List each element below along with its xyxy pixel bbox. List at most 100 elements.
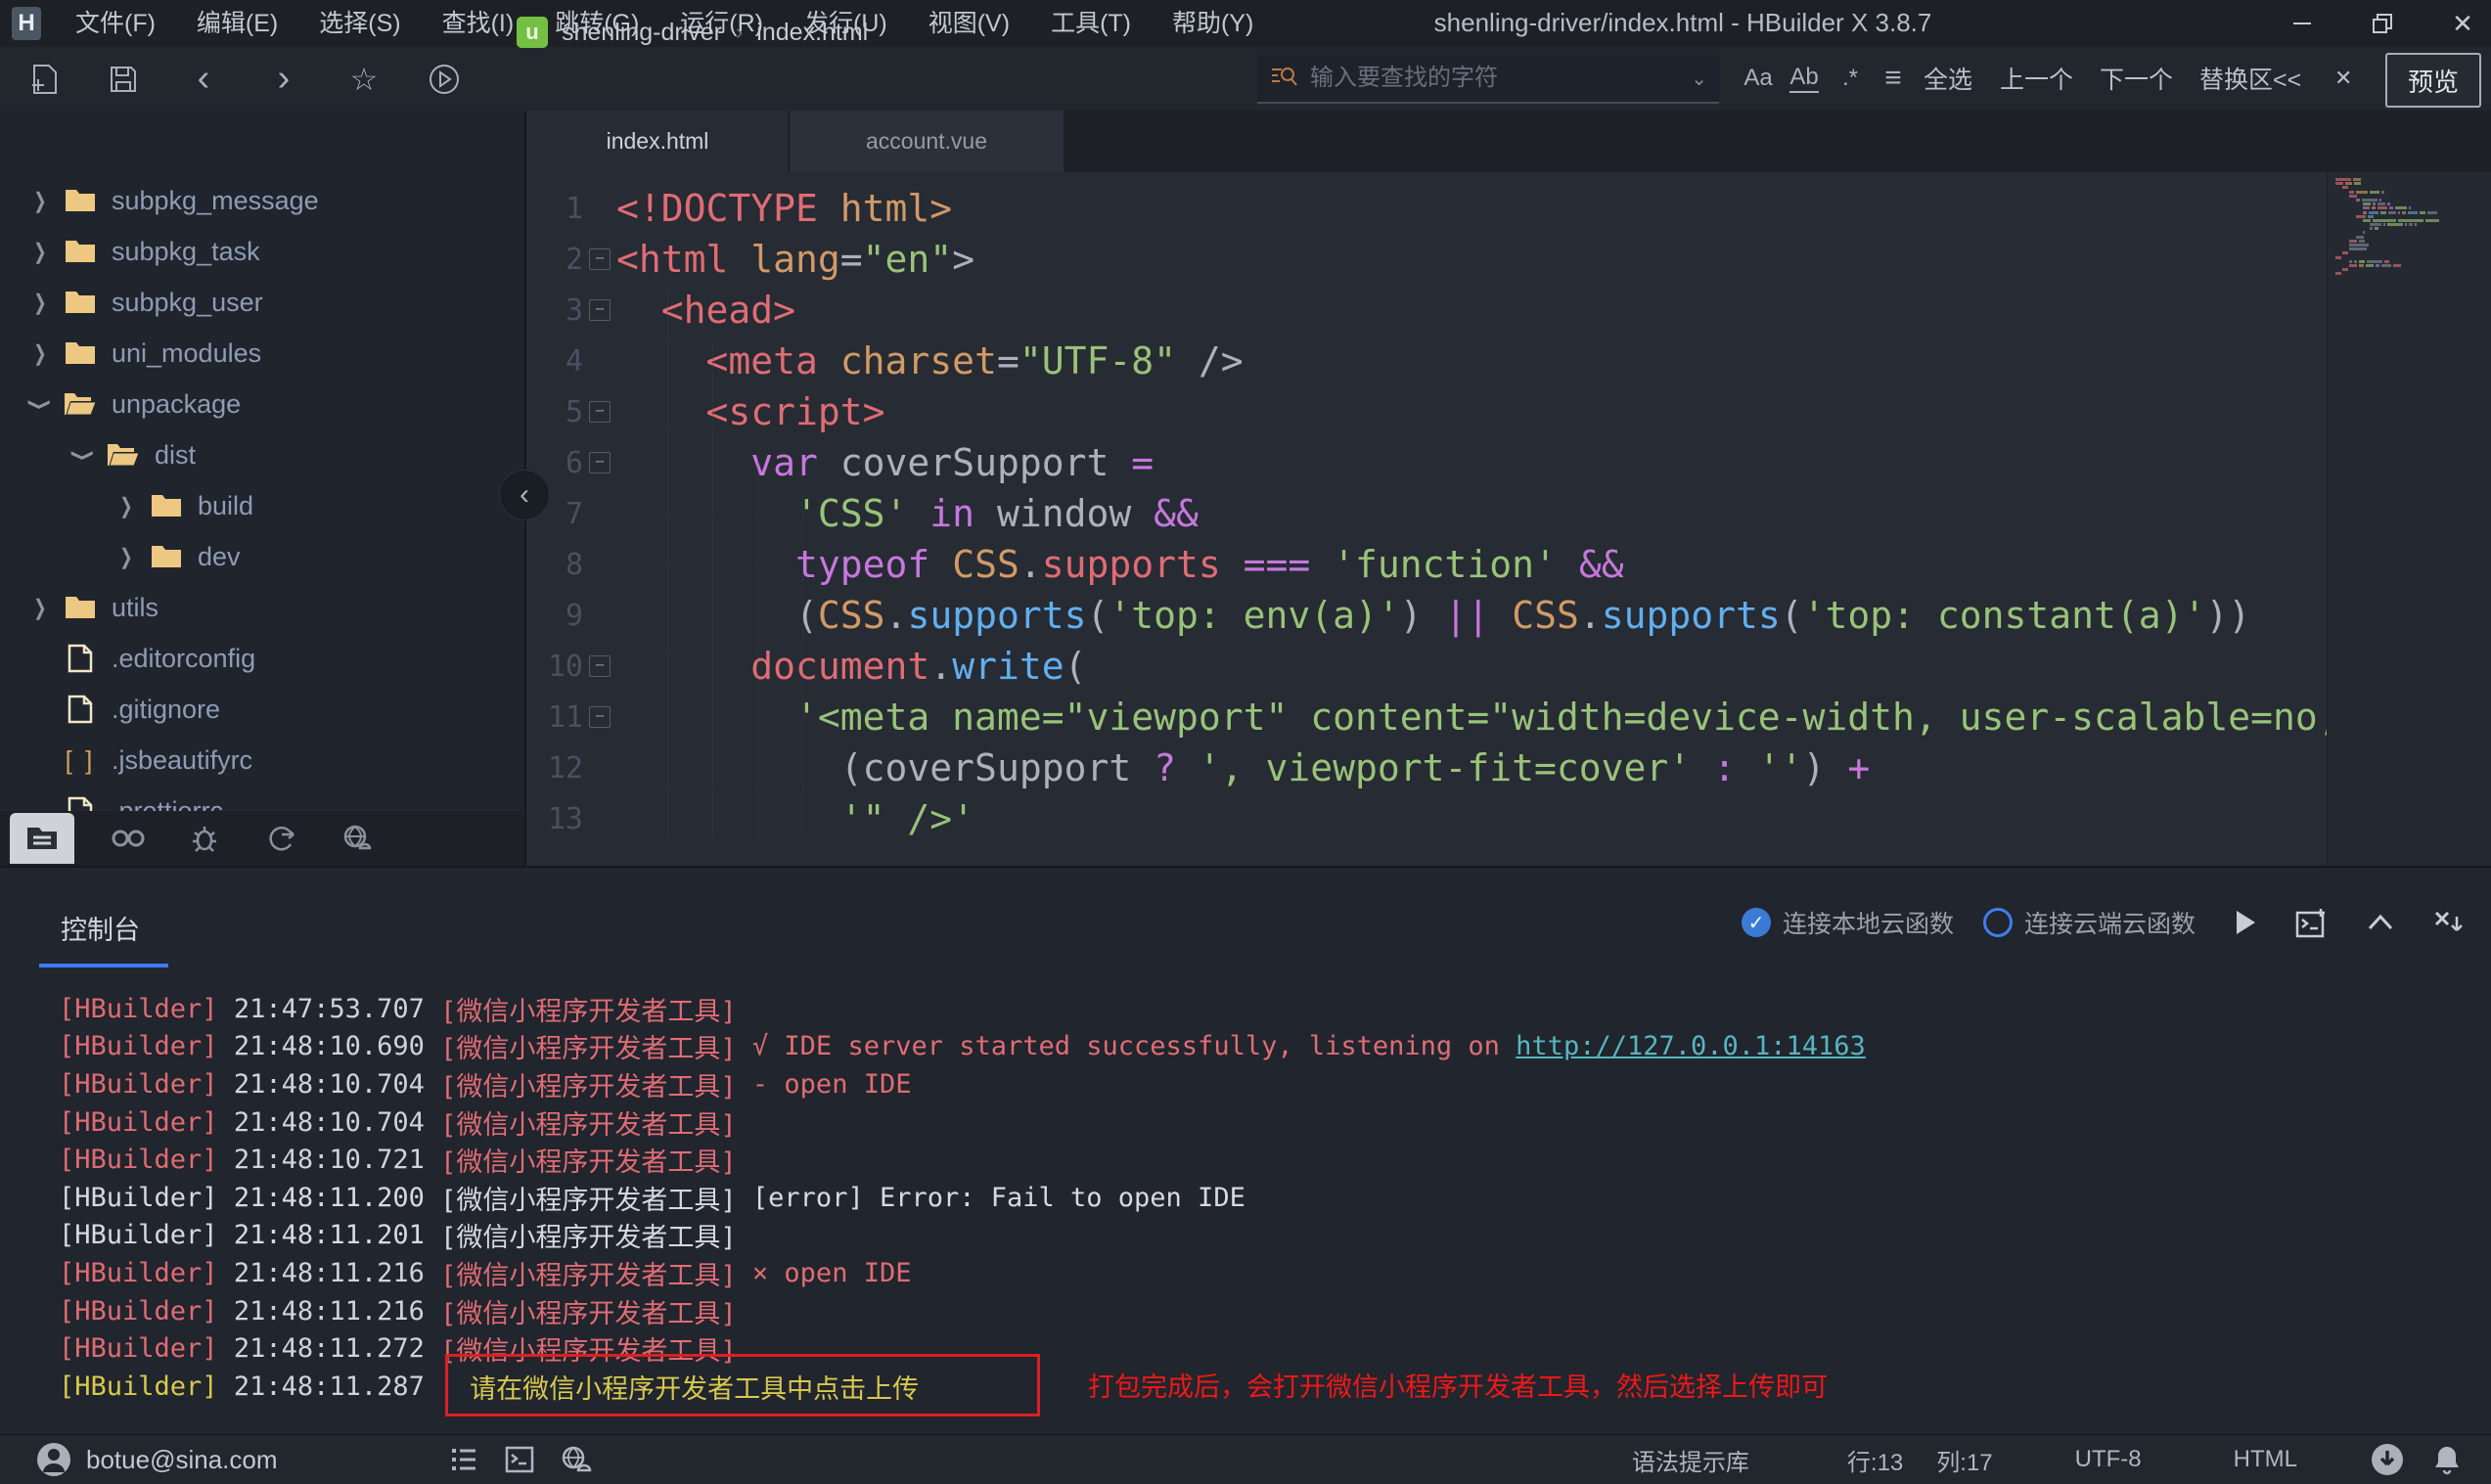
tab-account-vue[interactable]: account.vue xyxy=(789,111,1064,172)
tree-item-label: utils xyxy=(112,593,159,623)
notification-bell-icon[interactable] xyxy=(2432,1444,2462,1475)
find-next-button[interactable]: 下一个 xyxy=(2100,55,2173,102)
debug-panel-icon[interactable] xyxy=(172,814,237,863)
search-icon xyxy=(1269,62,1298,96)
code-line: 5− <script> xyxy=(526,386,2491,437)
tree-item-subpkg_message[interactable]: ❯subpkg_message xyxy=(0,175,524,226)
cursor-col-label[interactable]: 列:17 xyxy=(1936,1443,1992,1477)
local-cloudfn-checkbox[interactable]: ✓ xyxy=(1742,908,1771,937)
select-all-button[interactable]: 全选 xyxy=(1924,55,1972,102)
new-terminal-icon[interactable] xyxy=(2295,907,2329,938)
tree-item-label: uni_modules xyxy=(112,338,261,369)
multiline-button[interactable]: ≡ xyxy=(1872,55,1915,102)
menu-item[interactable]: 帮助(Y) xyxy=(1152,0,1274,47)
regex-button[interactable]: .* xyxy=(1829,55,1872,102)
fold-marker-icon[interactable]: − xyxy=(583,299,616,321)
fold-marker-icon[interactable]: − xyxy=(583,655,616,677)
back-icon[interactable]: ‹ xyxy=(174,47,233,111)
clear-console-icon[interactable] xyxy=(2432,909,2466,936)
tree-item-jsbeautifyrc[interactable]: [ ].jsbeautifyrc xyxy=(0,735,524,786)
log-message: √ IDE server started successfully, liste… xyxy=(737,1031,1517,1061)
encoding-label[interactable]: UTF-8 xyxy=(2075,1446,2142,1473)
log-source: [HBuilder] xyxy=(59,1258,218,1288)
tree-item-unpackage[interactable]: ❯unpackage xyxy=(0,379,524,429)
language-label[interactable]: HTML xyxy=(2234,1446,2297,1473)
favorite-star-icon[interactable]: ☆ xyxy=(335,47,393,111)
outline-icon[interactable] xyxy=(450,1446,479,1473)
menu-item[interactable]: 编辑(E) xyxy=(176,0,298,47)
tree-item-label: unpackage xyxy=(112,389,241,420)
window-title: shenling-driver/index.html - HBuilder X … xyxy=(1409,8,1957,38)
fold-marker-icon[interactable]: − xyxy=(583,706,616,728)
tree-item-dist[interactable]: ❯dist xyxy=(0,429,524,480)
web-service-icon[interactable] xyxy=(560,1445,593,1474)
minimap-row xyxy=(2349,260,2491,263)
search-input[interactable] xyxy=(1308,64,1679,93)
update-download-icon[interactable] xyxy=(2370,1442,2405,1477)
tree-item-utils[interactable]: ❯utils xyxy=(0,582,524,633)
console-line: [HBuilder] 21:47:53.707 [微信小程序开发者工具] xyxy=(0,990,2491,1028)
code-text: '" />' xyxy=(616,797,974,840)
whole-word-button[interactable]: Ab xyxy=(1783,55,1826,102)
console-panel: 控制台 ✓ 连接本地云函数 连接云端云函数 [HBuilder] 21:47:5… xyxy=(0,866,2491,1436)
preview-button[interactable]: 预览 xyxy=(2385,53,2481,108)
log-message: [error] Error: Fail to open IDE xyxy=(737,1183,1246,1213)
minimap[interactable] xyxy=(2327,172,2491,866)
tree-item-uni_modules[interactable]: ❯uni_modules xyxy=(0,328,524,379)
code-text: 'CSS' in window && xyxy=(616,492,1199,535)
web-panel-icon[interactable] xyxy=(325,814,389,863)
find-prev-button[interactable]: 上一个 xyxy=(2000,55,2073,102)
save-icon[interactable] xyxy=(94,47,153,111)
log-source: [HBuilder] xyxy=(59,1372,218,1402)
search-panel-icon[interactable] xyxy=(96,814,160,863)
fold-marker-icon[interactable]: − xyxy=(583,452,616,473)
menu-item[interactable]: 工具(T) xyxy=(1030,0,1152,47)
avatar[interactable] xyxy=(35,1441,72,1478)
menu-item[interactable]: 文件(F) xyxy=(55,0,176,47)
match-case-button[interactable]: Aa xyxy=(1737,55,1780,102)
menu-item[interactable]: 选择(S) xyxy=(298,0,421,47)
tab-index-html[interactable]: index.html xyxy=(526,111,789,172)
run-icon[interactable] xyxy=(415,47,474,111)
files-panel-icon[interactable] xyxy=(10,813,74,864)
restore-button[interactable] xyxy=(2348,0,2417,47)
tree-item-editorconfig[interactable]: .editorconfig xyxy=(0,633,524,684)
terminal-icon[interactable] xyxy=(505,1446,534,1473)
forward-icon[interactable]: › xyxy=(254,47,313,111)
code-text: <!DOCTYPE html> xyxy=(616,187,952,230)
replace-area-button[interactable]: 替换区<< xyxy=(2199,55,2301,102)
publish-panel-icon[interactable] xyxy=(249,814,313,863)
new-file-icon[interactable] xyxy=(16,47,74,111)
tree-item-dev[interactable]: ❯dev xyxy=(0,531,524,582)
fold-marker-icon[interactable]: − xyxy=(583,248,616,270)
cursor-line-label[interactable]: 行:13 xyxy=(1847,1443,1903,1477)
tree-item-subpkg_user[interactable]: ❯subpkg_user xyxy=(0,277,524,328)
line-number: 9 xyxy=(526,599,583,633)
remote-cloudfn-checkbox[interactable] xyxy=(1983,908,2013,937)
close-find-icon[interactable]: ✕ xyxy=(2334,55,2352,102)
log-url-link[interactable]: http://127.0.0.1:14163 xyxy=(1516,1031,1866,1061)
tree-item-gitignore[interactable]: .gitignore xyxy=(0,684,524,735)
minimize-button[interactable] xyxy=(2268,0,2336,47)
chevron-down-icon[interactable]: ⌄ xyxy=(1691,67,1707,91)
code-lines: 1<!DOCTYPE html>2−<html lang="en">3− <he… xyxy=(526,172,2491,844)
run-console-icon[interactable] xyxy=(2233,908,2258,937)
remote-cloudfn-label: 连接云端云函数 xyxy=(2024,905,2196,940)
fold-marker-icon[interactable]: − xyxy=(583,401,616,423)
log-tool: [微信小程序开发者工具] xyxy=(440,1216,737,1254)
code-text: <html lang="en"> xyxy=(616,238,974,281)
sidebar-collapse-button[interactable]: ‹ xyxy=(499,470,550,520)
console-tab[interactable]: 控制台 xyxy=(61,909,140,947)
breadcrumb-project[interactable]: shenling-driver xyxy=(562,19,722,47)
indent-guide xyxy=(712,340,713,837)
close-button[interactable]: ✕ xyxy=(2428,0,2491,47)
collapse-console-icon[interactable] xyxy=(2366,911,2395,934)
breadcrumb-file[interactable]: index.html xyxy=(756,19,868,47)
code-editor[interactable]: 1<!DOCTYPE html>2−<html lang="en">3− <he… xyxy=(526,172,2491,866)
log-time: 21:48:11.216 xyxy=(218,1296,441,1327)
tree-item-build[interactable]: ❯build xyxy=(0,480,524,531)
menu-item[interactable]: 视图(V) xyxy=(908,0,1030,47)
tree-item-subpkg_task[interactable]: ❯subpkg_task xyxy=(0,226,524,277)
account-label[interactable]: botue@sina.com xyxy=(86,1445,278,1475)
syntax-lib-label[interactable]: 语法提示库 xyxy=(1632,1443,1749,1477)
